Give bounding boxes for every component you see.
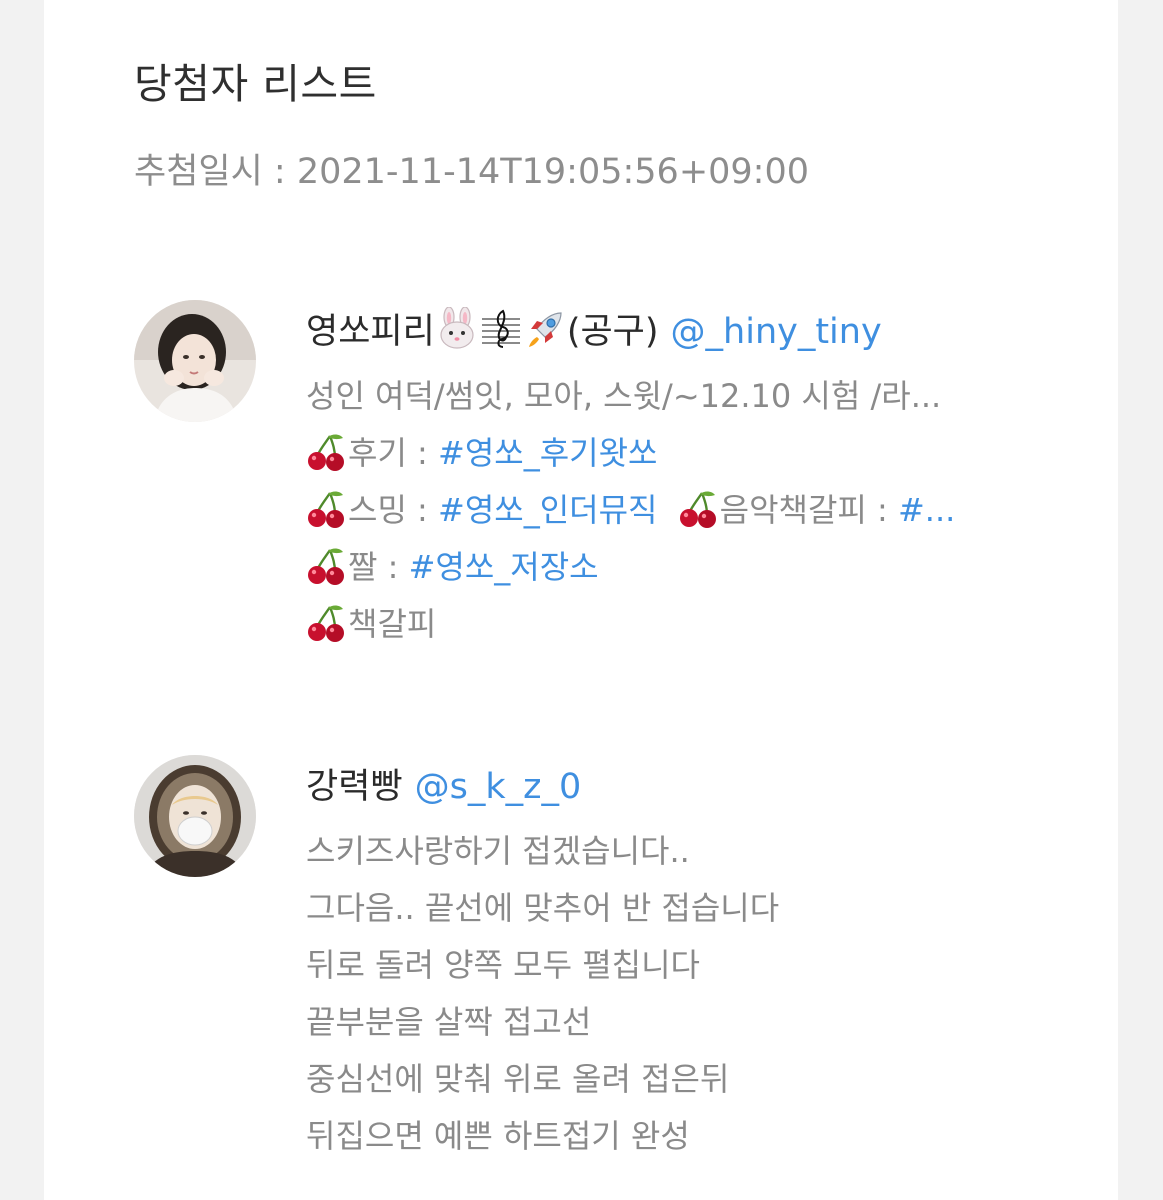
rabbit-face-icon bbox=[435, 306, 479, 351]
page-title: 당첨자 리스트 bbox=[134, 60, 377, 108]
user-handle-link[interactable]: @s_k_z_0 bbox=[415, 767, 582, 807]
display-suffix: (공구) bbox=[566, 312, 659, 352]
rocket-icon bbox=[523, 307, 567, 351]
bio-label: 후기 : bbox=[348, 434, 439, 472]
bio-line: 중심선에 맞춰 위로 올려 접은뒤 bbox=[306, 1060, 730, 1098]
bio-line: 책갈피 bbox=[306, 596, 1096, 653]
user-handle-link[interactable]: @_hiny_tiny bbox=[671, 312, 882, 352]
display-name: 영쏘피리 bbox=[306, 312, 435, 352]
bio-line: 뒤집으면 예쁜 하트접기 완성 bbox=[306, 1117, 690, 1155]
winner-bio: 스키즈사랑하기 접겠습니다.. 그다음.. 끝선에 맞추어 반 접습니다 뒤로 … bbox=[306, 823, 1096, 1165]
bio-line: 뒤로 돌려 양쪽 모두 펼칩니다 bbox=[306, 946, 700, 984]
cherry-icon bbox=[306, 546, 348, 586]
bio-line: 끝부분을 살짝 접고선 bbox=[306, 1003, 592, 1041]
hashtag-link[interactable]: #영쏘_인더뮤직 bbox=[438, 491, 657, 529]
hashtag-link[interactable]: #영쏘_저장소 bbox=[409, 548, 599, 586]
bio-label: 책갈피 bbox=[348, 605, 437, 643]
winner-bio: 성인 여덕/썸잇, 모아, 스윗/~12.10 시험 /라... 후기 : #영… bbox=[306, 368, 1096, 653]
hashtag-link[interactable]: #... bbox=[898, 491, 955, 529]
bio-line: 스밍 : #영쏘_인더뮤직 음악책갈피 : #... bbox=[306, 482, 1096, 539]
cherry-icon bbox=[306, 489, 348, 529]
cherry-icon bbox=[306, 603, 348, 643]
bio-line: 스키즈사랑하기 접겠습니다.. bbox=[306, 832, 690, 870]
winner-name-line: 영쏘피리 (공구) @_hiny_tiny bbox=[306, 304, 1096, 360]
winner-name-line: 강력빵 @s_k_z_0 bbox=[306, 759, 1096, 815]
bio-label: 스밍 : bbox=[348, 491, 439, 529]
cherry-icon bbox=[306, 432, 348, 472]
bio-line: 후기 : #영쏘_후기왓쏘 bbox=[306, 425, 1096, 482]
musical-score-icon bbox=[479, 307, 523, 351]
bio-label: 음악책갈피 : bbox=[719, 491, 898, 529]
draw-date: 추첨일시 : 2021-11-14T19:05:56+09:00 bbox=[134, 152, 810, 192]
bio-label: 짤 : bbox=[348, 548, 409, 586]
hashtag-link[interactable]: #영쏘_후기왓쏘 bbox=[438, 434, 657, 472]
winner-info: 영쏘피리 (공구) @_hiny_tiny 성인 여덕/썸잇, 모아, 스윗/~… bbox=[306, 304, 1096, 653]
avatar[interactable] bbox=[134, 300, 256, 422]
bio-line: 짤 : #영쏘_저장소 bbox=[306, 539, 1096, 596]
bio-line: 성인 여덕/썸잇, 모아, 스윗/~12.10 시험 /라... bbox=[306, 377, 942, 415]
winner-list-card: 당첨자 리스트 추첨일시 : 2021-11-14T19:05:56+09:00… bbox=[44, 0, 1118, 1200]
display-name: 강력빵 bbox=[306, 767, 403, 807]
winner-info: 강력빵 @s_k_z_0 스키즈사랑하기 접겠습니다.. 그다음.. 끝선에 맞추… bbox=[306, 759, 1096, 1165]
bio-line: 그다음.. 끝선에 맞추어 반 접습니다 bbox=[306, 889, 780, 927]
avatar[interactable] bbox=[134, 755, 256, 877]
cherry-icon bbox=[678, 489, 720, 529]
